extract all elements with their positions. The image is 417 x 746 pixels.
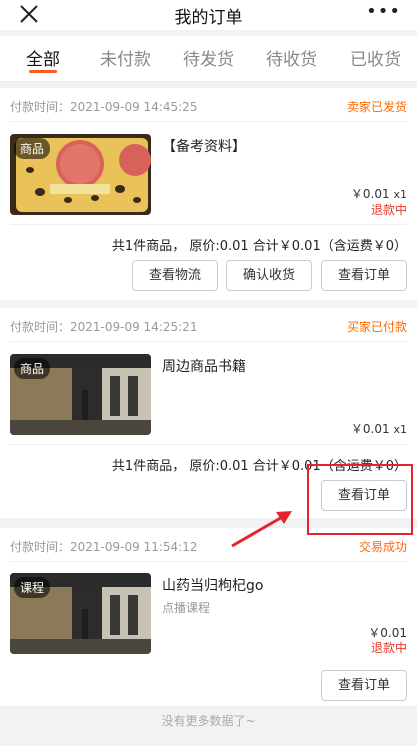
product-title[interactable]: 周边商品书籍 (162, 356, 246, 376)
product-thumbnail[interactable]: 商品 (10, 354, 151, 435)
highlight-box (307, 464, 413, 535)
tab-to-ship[interactable]: 待发货 (183, 45, 234, 70)
refund-status: 退款中 (370, 641, 407, 655)
product-title[interactable]: 【备考资料】 (162, 136, 246, 156)
course-type: 点播课程 (162, 601, 211, 615)
quantity: x1 (393, 423, 407, 436)
page-title: 我的订单 (174, 8, 243, 28)
price-row: ￥0.01 x1 (351, 185, 407, 202)
tab-all[interactable]: 全部 (26, 45, 60, 70)
tab-to-receive[interactable]: 待收货 (266, 45, 317, 70)
product-tag: 商品 (14, 358, 51, 379)
order-card: 付款时间：2021-09-09 14:45:25 卖家已发货 商品 【备考资料】… (0, 88, 417, 300)
order-header: 付款时间：2021-09-09 14:25:21 买家已付款 (10, 308, 407, 342)
confirm-receipt-button[interactable]: 确认收货 (226, 260, 312, 291)
price: ￥0.01 (350, 187, 390, 201)
order-summary: 共1件商品， 原价:0.01 合计￥0.01（含运费￥0） (111, 239, 407, 254)
order-status: 交易成功 (358, 540, 407, 554)
active-tab-indicator (29, 70, 57, 73)
quantity: x1 (393, 188, 407, 201)
refund-status: 退款中 (370, 203, 407, 217)
view-logistics-button[interactable]: 查看物流 (132, 260, 218, 291)
course-title[interactable]: 山药当归枸杞go (162, 575, 263, 595)
pay-time: 付款时间：2021-09-09 14:45:25 (10, 100, 198, 114)
order-header: 付款时间：2021-09-09 14:45:25 卖家已发货 (10, 88, 407, 122)
no-more-data: 没有更多数据了~ (161, 714, 256, 728)
navbar: 我的订单 ••• (0, 0, 417, 30)
arrow-icon (231, 511, 292, 548)
order-status: 卖家已发货 (346, 100, 407, 114)
view-order-button[interactable]: 查看订单 (321, 670, 407, 701)
more-icon[interactable]: ••• (366, 2, 401, 22)
price: ￥0.01 (350, 422, 390, 436)
product-thumbnail[interactable]: 课程 (10, 573, 151, 654)
divider (10, 224, 407, 225)
product-tag: 商品 (14, 138, 51, 159)
product-thumbnail[interactable]: 商品 (10, 134, 151, 215)
divider (10, 444, 407, 445)
view-order-button[interactable]: 查看订单 (321, 260, 407, 291)
pay-time: 付款时间：2021-09-09 11:54:12 (10, 540, 198, 554)
course-tag: 课程 (14, 577, 51, 598)
order-card: 付款时间：2021-09-09 11:54:12 交易成功 课程 山药当归枸杞g… (0, 528, 417, 706)
order-tabs: 全部 未付款 待发货 待收货 已收货 (0, 36, 417, 82)
tab-received[interactable]: 已收货 (350, 45, 401, 70)
order-status: 买家已付款 (346, 320, 407, 334)
price-row: ￥0.01 x1 (351, 420, 407, 437)
pay-time: 付款时间：2021-09-09 14:25:21 (10, 320, 198, 334)
tab-unpaid[interactable]: 未付款 (100, 45, 151, 70)
